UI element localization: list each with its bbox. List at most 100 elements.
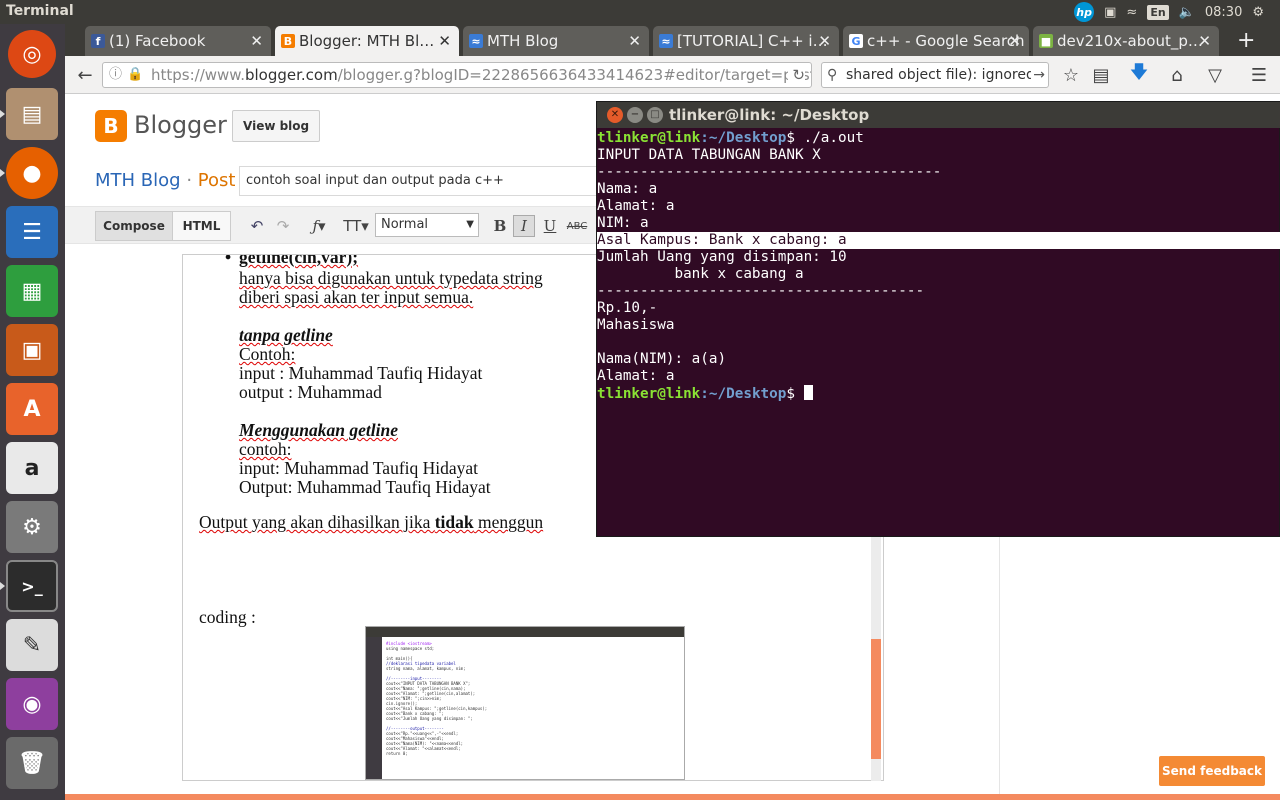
blog-icon: ≈ (469, 34, 483, 48)
code-screenshot-image[interactable]: #include <iostream> using namespace std;… (365, 626, 685, 780)
close-window-icon[interactable]: ✕ (607, 107, 623, 123)
breadcrumb-separator: · (186, 170, 193, 191)
terminal-line: Alamat: a (597, 368, 675, 384)
paragraph-style-value: Normal (381, 217, 429, 232)
post-title-input[interactable]: contoh soal input dan output pada c++ (239, 166, 609, 196)
editor-tanpa-heading: tanpa getline (239, 325, 333, 345)
back-arrow-icon[interactable]: ← (71, 61, 99, 89)
browser-tab-bar: f (1) Facebook ✕ B Blogger: MTH Bl… ✕ ≈ … (65, 24, 1280, 56)
system-settings-icon[interactable]: ⚙ (6, 501, 58, 553)
text-editor-icon[interactable]: ✎ (6, 619, 58, 671)
font-size-icon[interactable]: TT▾ (341, 215, 371, 237)
tab-facebook[interactable]: f (1) Facebook ✕ (85, 26, 271, 56)
close-tab-icon[interactable]: ✕ (250, 32, 263, 50)
facebook-icon: f (91, 34, 105, 48)
impress-icon[interactable]: ▣ (6, 324, 58, 376)
search-icon: ⚲ (827, 67, 838, 83)
blogger-icon: B (281, 34, 295, 48)
trash-icon[interactable]: 🗑 (6, 737, 58, 789)
minimize-window-icon[interactable]: − (627, 107, 643, 123)
terminal-prompt-line: tlinker@link:~/Desktop$ (597, 385, 813, 402)
home-icon[interactable]: ⌂ (1163, 61, 1191, 89)
terminal-command-line: tlinker@link:~/Desktop$ ./a.out (597, 130, 864, 146)
tab-tutorial[interactable]: ≈ [TUTORIAL] C++ i… ✕ (653, 26, 839, 56)
hp-icon[interactable]: hp (1074, 2, 1095, 22)
close-tab-icon[interactable]: ✕ (1198, 32, 1211, 50)
thumbnail-code: #include <iostream> using namespace std;… (386, 641, 488, 756)
close-tab-icon[interactable]: ✕ (1008, 32, 1021, 50)
reading-list-icon[interactable]: ▤ (1087, 61, 1115, 89)
terminal-line: INPUT DATA TABUNGAN BANK X (597, 147, 821, 163)
page-icon: ■ (1039, 34, 1053, 48)
thumbnail-launcher (366, 637, 382, 779)
screenshot-icon[interactable]: ◉ (6, 678, 58, 730)
compose-mode-button[interactable]: Compose (95, 211, 173, 241)
terminal-line: bank x cabang a (597, 266, 804, 282)
writer-icon[interactable]: ☰ (6, 206, 58, 258)
url-domain: blogger.com (244, 66, 338, 84)
pocket-icon[interactable]: ▽ (1201, 61, 1229, 89)
blog-name-link[interactable]: MTH Blog (95, 170, 181, 191)
system-tray: hp ▣ ≈ En 🔈 08:30 ⚙ (1074, 0, 1280, 24)
wifi-icon[interactable]: ≈ (1126, 5, 1137, 20)
bold-button[interactable]: B (491, 215, 509, 237)
blog-icon: ≈ (659, 34, 673, 48)
tab-mth-blog[interactable]: ≈ MTH Blog ✕ (463, 26, 649, 56)
paragraph-style-select[interactable]: Normal ▼ (375, 213, 479, 237)
go-arrow-icon[interactable]: → (1031, 63, 1045, 87)
send-feedback-button[interactable]: Send feedback (1159, 756, 1265, 786)
close-tab-icon[interactable]: ✕ (438, 32, 451, 50)
url-bar[interactable]: ⓘ 🔒 https://www.blogger.com/blogger.g?bl… (102, 62, 812, 88)
clock[interactable]: 08:30 (1205, 5, 1242, 20)
close-tab-icon[interactable]: ✕ (628, 32, 641, 50)
power-gear-icon[interactable]: ⚙ (1252, 5, 1264, 20)
tab-dev210x[interactable]: ■ dev210x-about_p… ✕ (1033, 26, 1219, 56)
downloads-icon[interactable]: 🡇 (1125, 61, 1153, 89)
terminal-line: Mahasiswa (597, 317, 675, 333)
terminal-output[interactable]: tlinker@link:~/Desktop$ ./a.out INPUT DA… (597, 130, 1280, 536)
html-mode-button[interactable]: HTML (173, 211, 231, 241)
editor-scrollbar-thumb[interactable] (871, 639, 881, 759)
ubuntu-dash-icon[interactable]: ◎ (8, 30, 56, 78)
new-tab-icon[interactable]: + (1237, 28, 1255, 53)
underline-button[interactable]: U (541, 215, 559, 237)
amazon-icon[interactable]: a (6, 442, 58, 494)
firefox-icon[interactable]: ● (6, 147, 58, 199)
font-family-icon[interactable]: ƒ▾ (305, 215, 333, 237)
terminal-line-selected: Asal Kampus: Bank x cabang: a (597, 232, 1280, 249)
redo-icon[interactable]: ↷ (273, 215, 293, 237)
tab-google-search[interactable]: G c++ - Google Search ✕ (843, 26, 1029, 56)
undo-icon[interactable]: ↶ (247, 215, 267, 237)
terminal-line: ---------------------------------------- (597, 164, 942, 180)
camera-icon[interactable]: ▣ (1104, 5, 1116, 20)
blogger-logo-icon[interactable]: B (95, 110, 127, 142)
keyboard-layout-indicator[interactable]: En (1147, 4, 1169, 20)
volume-icon[interactable]: 🔈 (1179, 5, 1195, 20)
blogger-brand[interactable]: Blogger (134, 111, 227, 139)
italic-button[interactable]: I (513, 215, 535, 237)
software-center-icon[interactable]: A (6, 383, 58, 435)
editor-paragraph: Output yang akan dihasilkan jika tidak m… (199, 512, 544, 532)
search-input[interactable]: ⚲ shared object file): ignored. → (821, 62, 1049, 88)
url-path: /blogger.g?blogID=2228656636433414623#ed… (337, 66, 812, 84)
bullet: • (225, 254, 232, 267)
maximize-window-icon[interactable]: □ (647, 107, 663, 123)
bookmark-star-icon[interactable]: ☆ (1057, 61, 1085, 89)
files-icon[interactable]: ▤ (6, 88, 58, 140)
editor-contoh-1: Contoh: (239, 344, 296, 364)
view-blog-button[interactable]: View blog (232, 110, 321, 142)
close-tab-icon[interactable]: ✕ (818, 32, 831, 50)
editor-line-2: diberi spasi akan ter input semua. (239, 287, 474, 307)
tab-blogger[interactable]: B Blogger: MTH Bl… ✕ (275, 26, 459, 56)
info-icon[interactable]: ⓘ (109, 63, 122, 87)
strikethrough-button[interactable]: ABC (565, 215, 589, 237)
terminal-icon[interactable]: >_ (6, 560, 58, 612)
reload-icon[interactable]: ↻ (788, 63, 805, 87)
breadcrumb: MTH Blog · Post (95, 170, 235, 191)
editor-output-2: Output: Muhammad Taufiq Hidayat (239, 477, 491, 497)
terminal-titlebar[interactable]: tlinker@link: ~/Desktop ✕ − □ (597, 102, 1280, 128)
calc-icon[interactable]: ▦ (6, 265, 58, 317)
editor-input-1: input : Muhammad Taufiq Hidayat (239, 363, 483, 383)
terminal-window[interactable]: tlinker@link: ~/Desktop ✕ − □ tlinker@li… (596, 101, 1280, 537)
menu-hamburger-icon[interactable]: ☰ (1245, 61, 1273, 89)
